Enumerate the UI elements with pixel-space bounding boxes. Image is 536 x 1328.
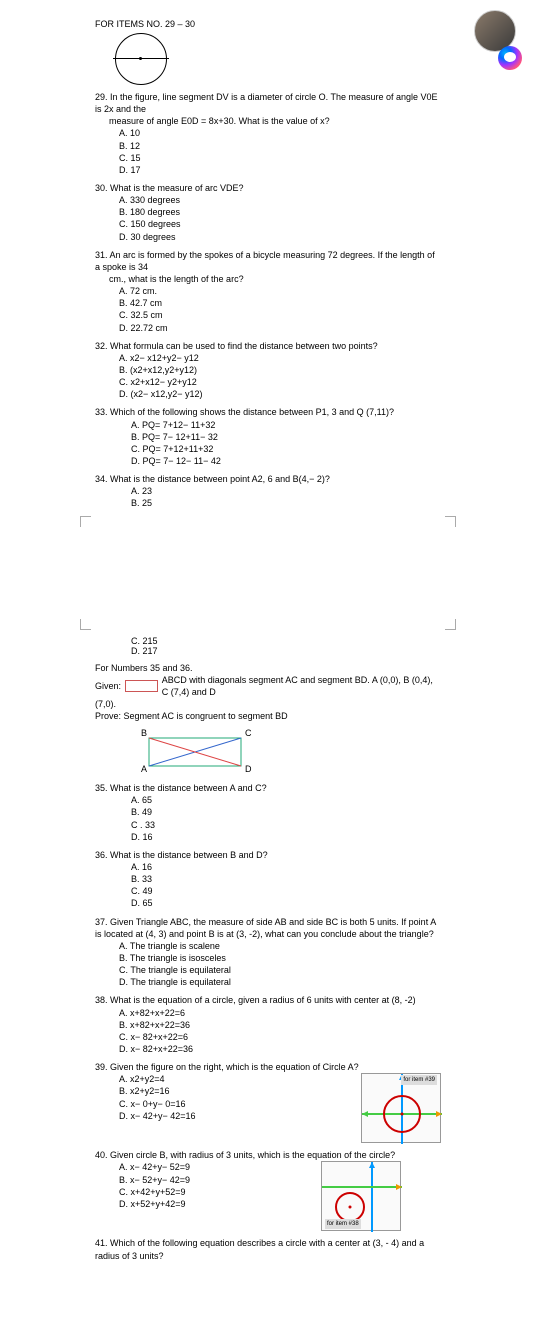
q40-opt-a: A. x− 42+y− 52=9 [119, 1161, 311, 1173]
q34-opt-c: C. 215 [131, 636, 441, 646]
s35-line1: For Numbers 35 and 36. [95, 662, 441, 674]
q38-opt-a: A. x+82+x+22=6 [119, 1007, 441, 1019]
given-label: Given: [95, 680, 121, 692]
q34-opt-d: D. 217 [131, 646, 441, 656]
q34-opt-a: A. 23 [131, 485, 441, 497]
q39-opt-c: C. x− 0+y− 0=16 [119, 1098, 351, 1110]
q40-text: 40. Given circle B, with radius of 3 uni… [95, 1149, 441, 1161]
q29-opt-c: C. 15 [119, 152, 441, 164]
q39-text: 39. Given the figure on the right, which… [95, 1061, 441, 1073]
q35-text: 35. What is the distance between A and C… [95, 782, 441, 794]
q36-opt-c: C. 49 [131, 885, 441, 897]
q30-text: 30. What is the measure of arc VDE? [95, 182, 441, 194]
question-29: 29. In the figure, line segment DV is a … [95, 91, 441, 176]
q31-opt-b: B. 42.7 cm [119, 297, 441, 309]
question-40: 40. Given circle B, with radius of 3 uni… [95, 1149, 441, 1231]
q40-opt-b: B. x− 52+y− 42=9 [119, 1174, 311, 1186]
q37-opt-a: A. The triangle is scalene [119, 940, 441, 952]
q35-opt-c: C . 33 [131, 819, 441, 831]
q36-opt-d: D. 65 [131, 897, 441, 909]
page-break-bottom [80, 619, 456, 630]
plot-39-label: for item #39 [401, 1075, 437, 1085]
q30-opt-c: C. 150 degrees [119, 218, 441, 230]
q39-opt-b: B. x2+y2=16 [119, 1085, 351, 1097]
circle-diagram-29 [115, 33, 167, 85]
q29-opt-d: D. 17 [119, 164, 441, 176]
question-30: 30. What is the measure of arc VDE? A. 3… [95, 182, 441, 243]
q32-text: 32. What formula can be used to find the… [95, 340, 441, 352]
q30-opt-b: B. 180 degrees [119, 206, 441, 218]
q37-opt-d: D. The triangle is equilateral [119, 976, 441, 988]
q35-opt-b: B. 49 [131, 806, 441, 818]
q31-text2: cm., what is the length of the arc? [109, 273, 441, 285]
question-32: 32. What formula can be used to find the… [95, 340, 441, 401]
given-blank-box [125, 680, 158, 692]
q31-text: 31. An arc is formed by the spokes of a … [95, 249, 441, 273]
q37-opt-b: B. The triangle is isosceles [119, 952, 441, 964]
vertex-b: B [141, 728, 147, 738]
page-break-top [80, 516, 456, 527]
q38-opt-c: C. x− 82+x+22=6 [119, 1031, 441, 1043]
q36-text: 36. What is the distance between B and D… [95, 849, 441, 861]
q40-opt-c: C. x+42+y+52=9 [119, 1186, 311, 1198]
q31-opt-c: C. 32.5 cm [119, 309, 441, 321]
question-36: 36. What is the distance between B and D… [95, 849, 441, 910]
messenger-icon[interactable] [498, 46, 522, 70]
q33-opt-b: B. PQ= 7− 12+11− 32 [131, 431, 441, 443]
q30-opt-d: D. 30 degrees [119, 231, 441, 243]
q34-opt-b: B. 25 [131, 497, 441, 509]
q32-opt-a: A. x2− x12+y2− y12 [119, 352, 441, 364]
question-35: 35. What is the distance between A and C… [95, 782, 441, 843]
plot-40-label: for item #38 [325, 1219, 361, 1229]
q33-opt-c: C. PQ= 7+12+11+32 [131, 443, 441, 455]
q34-text: 34. What is the distance between point A… [95, 473, 441, 485]
section-35-36: For Numbers 35 and 36. Given: ABCD with … [95, 662, 441, 777]
q38-opt-b: B. x+82+x+22=36 [119, 1019, 441, 1031]
q32-opt-d: D. (x2− x12,y2− y12) [119, 388, 441, 400]
q33-opt-d: D. PQ= 7− 12− 11− 42 [131, 455, 441, 467]
q32-opt-c: C. x2+x12− y2+y12 [119, 376, 441, 388]
question-39: 39. Given the figure on the right, which… [95, 1061, 441, 1143]
vertex-a: A [141, 764, 147, 774]
given-rest: ABCD with diagonals segment AC and segme… [162, 674, 441, 698]
q40-opt-d: D. x+52+y+42=9 [119, 1198, 311, 1210]
vertex-d: D [245, 764, 252, 774]
q39-opt-d: D. x− 42+y− 42=16 [119, 1110, 351, 1122]
q29-text2: measure of angle E0D = 8x+30. What is th… [109, 115, 441, 127]
plot-39: for item #39 [361, 1073, 441, 1143]
question-38: 38. What is the equation of a circle, gi… [95, 994, 441, 1055]
q32-opt-b: B. (x2+x12,y2+y12) [119, 364, 441, 376]
vertex-c: C [245, 728, 252, 738]
q31-opt-a: A. 72 cm. [119, 285, 441, 297]
q35-opt-a: A. 65 [131, 794, 441, 806]
question-33: 33. Which of the following shows the dis… [95, 406, 441, 467]
q38-text: 38. What is the equation of a circle, gi… [95, 994, 441, 1006]
question-37: 37. Given Triangle ABC, the measure of s… [95, 916, 441, 989]
question-41: 41. Which of the following equation desc… [95, 1237, 441, 1261]
question-34: 34. What is the distance between point A… [95, 473, 441, 509]
q30-opt-a: A. 330 degrees [119, 194, 441, 206]
plot-40: for item #38 [321, 1161, 401, 1231]
q33-opt-a: A. PQ= 7+12− 11+32 [131, 419, 441, 431]
q39-opt-a: A. x2+y2=4 [119, 1073, 351, 1085]
q36-opt-a: A. 16 [131, 861, 441, 873]
rectangle-diagram: B C A D [135, 726, 441, 776]
section-header: FOR ITEMS NO. 29 – 30 [95, 19, 441, 29]
q29-text: 29. In the figure, line segment DV is a … [95, 91, 441, 115]
q29-opt-a: A. 10 [119, 127, 441, 139]
given-line2: (7,0). [95, 698, 441, 710]
q35-opt-d: D. 16 [131, 831, 441, 843]
q37-text: 37. Given Triangle ABC, the measure of s… [95, 916, 441, 940]
q37-opt-c: C. The triangle is equilateral [119, 964, 441, 976]
q38-opt-d: D. x− 82+x+22=36 [119, 1043, 441, 1055]
q36-opt-b: B. 33 [131, 873, 441, 885]
question-31: 31. An arc is formed by the spokes of a … [95, 249, 441, 334]
prove-line: Prove: Segment AC is congruent to segmen… [95, 710, 441, 722]
q31-opt-d: D. 22.72 cm [119, 322, 441, 334]
q41-text: 41. Which of the following equation desc… [95, 1237, 441, 1261]
q29-opt-b: B. 12 [119, 140, 441, 152]
q33-text: 33. Which of the following shows the dis… [95, 406, 441, 418]
